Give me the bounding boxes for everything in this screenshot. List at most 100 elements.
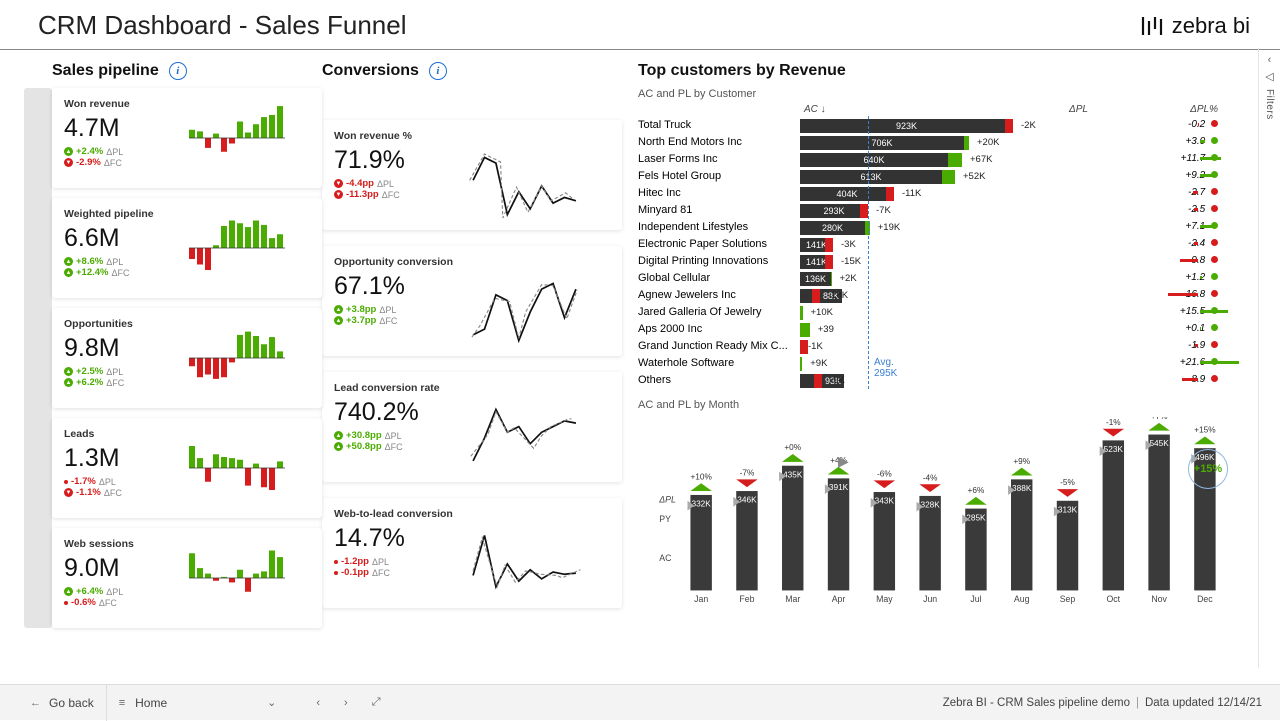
dpl-pct: +15.5 bbox=[1092, 304, 1222, 321]
conversion-card[interactable]: Won revenue %71.9%▼-4.4ppΔPL▼-11.3ppΔFC bbox=[322, 120, 622, 230]
section-conversions-title: Conversions bbox=[322, 62, 419, 80]
svg-text:Mar: Mar bbox=[785, 594, 800, 604]
svg-text:Jan: Jan bbox=[694, 594, 708, 604]
customer-bar: 404K-11K bbox=[800, 187, 1030, 201]
conv-title: Web-to-lead conversion bbox=[334, 508, 610, 520]
page-title: CRM Dashboard - Sales Funnel bbox=[38, 10, 407, 41]
customer-name[interactable]: Agnew Jewelers Inc bbox=[638, 287, 800, 304]
conv-sparkline bbox=[439, 272, 610, 352]
chevron-left-icon: ‹ bbox=[1268, 54, 1272, 66]
info-icon[interactable]: i bbox=[429, 62, 447, 80]
play-icon[interactable]: ▶ bbox=[838, 453, 849, 470]
go-back-button[interactable]: ←Go back bbox=[18, 685, 107, 721]
customer-name[interactable]: Fels Hotel Group bbox=[638, 168, 800, 185]
conv-title: Won revenue % bbox=[334, 130, 610, 142]
conversion-card[interactable]: Opportunity conversion67.1%▲+3.8ppΔPL▲+3… bbox=[322, 246, 622, 356]
customer-name[interactable]: Grand Junction Ready Mix C... bbox=[638, 338, 800, 355]
avg-label: Avg.295K bbox=[874, 357, 897, 379]
svg-text:346K: 346K bbox=[737, 496, 757, 505]
svg-text:+0%: +0% bbox=[784, 443, 801, 452]
svg-text:328K: 328K bbox=[920, 501, 940, 510]
footer-info: Zebra BI - CRM Sales pipeline demo|Data … bbox=[943, 697, 1262, 709]
svg-text:Apr: Apr bbox=[832, 594, 846, 604]
dpl-pct: -8.9 bbox=[1092, 372, 1222, 389]
conv-value: 71.9% bbox=[334, 146, 439, 175]
customer-name[interactable]: Electronic Paper Solutions bbox=[638, 236, 800, 253]
svg-text:-5%: -5% bbox=[1060, 478, 1075, 487]
filter-pane-toggle[interactable]: ‹ ◁ Filters bbox=[1258, 48, 1280, 668]
conversion-card[interactable]: Lead conversion rate740.2%▲+30.8ppΔPL▲+5… bbox=[322, 372, 622, 482]
filters-label: Filters bbox=[1264, 89, 1275, 120]
col-dpl[interactable]: ΔPL bbox=[1030, 102, 1092, 117]
dpl-pct: -16.8 bbox=[1092, 287, 1222, 304]
kpi-sparkline bbox=[160, 538, 314, 618]
kpi-sparkline bbox=[160, 98, 314, 178]
svg-text:313K: 313K bbox=[1058, 505, 1078, 514]
svg-text:285K: 285K bbox=[966, 513, 986, 522]
kpi-card[interactable]: Won revenue4.7M▲+2.4%ΔPL▼-2.9%ΔFC bbox=[52, 88, 322, 188]
svg-text:Sep: Sep bbox=[1060, 594, 1076, 604]
customer-name[interactable]: Others bbox=[638, 372, 800, 389]
info-icon[interactable]: i bbox=[169, 62, 187, 80]
customer-bar: 706K+20K bbox=[800, 136, 1030, 150]
svg-text:-6%: -6% bbox=[877, 469, 892, 478]
kpi-card[interactable]: Leads1.3M-1.7%ΔPL▼-1.1%ΔFC bbox=[52, 418, 322, 518]
customer-name[interactable]: Independent Lifestyles bbox=[638, 219, 800, 236]
subtitle-month: AC and PL by Month bbox=[638, 399, 1232, 411]
svg-text:Aug: Aug bbox=[1014, 594, 1030, 604]
conv-value: 14.7% bbox=[334, 524, 439, 553]
collapse-button[interactable]: ⤢ bbox=[360, 685, 393, 721]
svg-text:391K: 391K bbox=[829, 483, 849, 492]
customer-name[interactable]: Jared Galleria Of Jewelry bbox=[638, 304, 800, 321]
kpi-value: 6.6M bbox=[64, 224, 160, 253]
svg-text:+15%: +15% bbox=[1194, 426, 1216, 435]
kpi-title: Weighted pipeline bbox=[64, 208, 160, 220]
kpi-title: Web sessions bbox=[64, 538, 160, 550]
kpi-card[interactable]: Opportunities9.8M▲+2.5%ΔPL▲+6.2%ΔFC bbox=[52, 308, 322, 408]
dpl-pct: +0.1 bbox=[1092, 321, 1222, 338]
dpl-pct: -1.9 bbox=[1092, 338, 1222, 355]
svg-text:ΔPL: ΔPL bbox=[658, 495, 676, 505]
nav-next-button[interactable]: › bbox=[332, 685, 360, 721]
customer-bar: 613K+52K bbox=[800, 170, 1030, 184]
customer-name[interactable]: Laser Forms Inc bbox=[638, 151, 800, 168]
dpl-pct: -2.7 bbox=[1092, 185, 1222, 202]
dpl-pct: +7.1 bbox=[1092, 219, 1222, 236]
col-ac[interactable]: AC ↓ bbox=[800, 102, 1030, 117]
kpi-value: 9.8M bbox=[64, 334, 160, 363]
conv-value: 740.2% bbox=[334, 398, 439, 427]
customer-name[interactable]: Total Truck bbox=[638, 117, 800, 134]
customer-name[interactable]: Minyard 81 bbox=[638, 202, 800, 219]
svg-text:Feb: Feb bbox=[739, 594, 754, 604]
customer-name[interactable]: Global Cellular bbox=[638, 270, 800, 287]
svg-text:435K: 435K bbox=[783, 470, 803, 479]
dpl-pct: +1.2 bbox=[1092, 270, 1222, 287]
customer-name[interactable]: Waterhole Software bbox=[638, 355, 800, 372]
kpi-card[interactable]: Weighted pipeline6.6M▲+8.6%ΔPL▲+12.4%ΔFC bbox=[52, 198, 322, 298]
nav-prev-button[interactable]: ‹ bbox=[304, 685, 332, 721]
home-dropdown[interactable]: ≡Home⌄ bbox=[107, 696, 289, 710]
customer-name[interactable]: North End Motors Inc bbox=[638, 134, 800, 151]
svg-text:545K: 545K bbox=[1149, 439, 1169, 448]
highlight-badge: +15% bbox=[1188, 449, 1228, 489]
svg-text:PY: PY bbox=[659, 514, 671, 524]
svg-text:Nov: Nov bbox=[1151, 594, 1167, 604]
kpi-value: 1.3M bbox=[64, 444, 160, 473]
customer-bar: +9K bbox=[800, 357, 1030, 371]
svg-text:343K: 343K bbox=[875, 497, 895, 506]
conversion-card[interactable]: Web-to-lead conversion14.7%-1.2ppΔPL-0.1… bbox=[322, 498, 622, 608]
kpi-card[interactable]: Web sessions9.0M▲+6.4%ΔPL-0.6%ΔFC bbox=[52, 528, 322, 628]
svg-text:AC: AC bbox=[659, 553, 671, 563]
bookmark-icon: ◁ bbox=[1265, 70, 1273, 83]
customer-name[interactable]: Aps 2000 Inc bbox=[638, 321, 800, 338]
customer-bar: 141K-3K bbox=[800, 238, 1030, 252]
customer-name[interactable]: Digital Printing Innovations bbox=[638, 253, 800, 270]
customer-bar: 293K-7K bbox=[800, 204, 1030, 218]
kpi-sparkline bbox=[160, 208, 314, 288]
dpl-pct: -0.2 bbox=[1092, 117, 1222, 134]
kpi-title: Leads bbox=[64, 428, 160, 440]
customer-name[interactable]: Hitec Inc bbox=[638, 185, 800, 202]
brand-logo: zebra bi bbox=[1140, 13, 1250, 39]
col-dplp[interactable]: ΔPL% bbox=[1092, 102, 1222, 117]
svg-text:-1%: -1% bbox=[1106, 418, 1121, 427]
